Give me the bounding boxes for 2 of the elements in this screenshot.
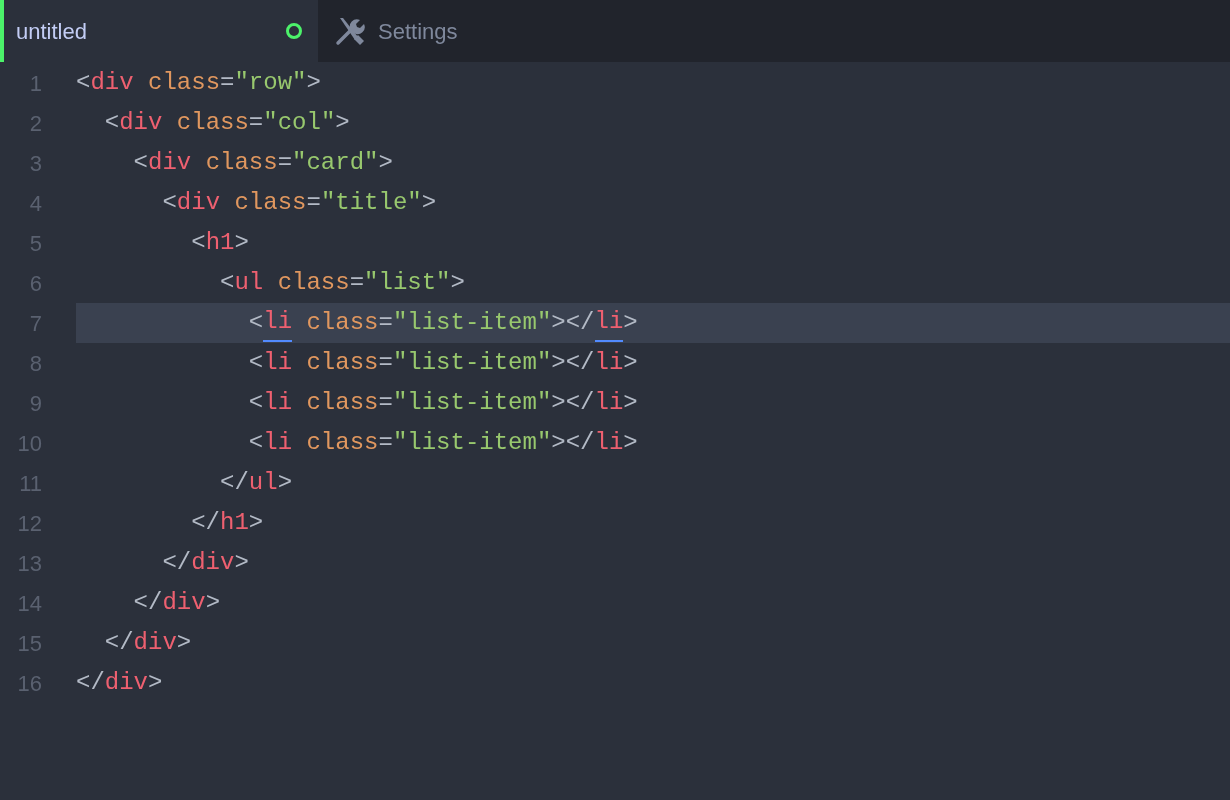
tools-icon bbox=[334, 15, 366, 47]
tab[interactable]: untitled bbox=[0, 0, 318, 62]
